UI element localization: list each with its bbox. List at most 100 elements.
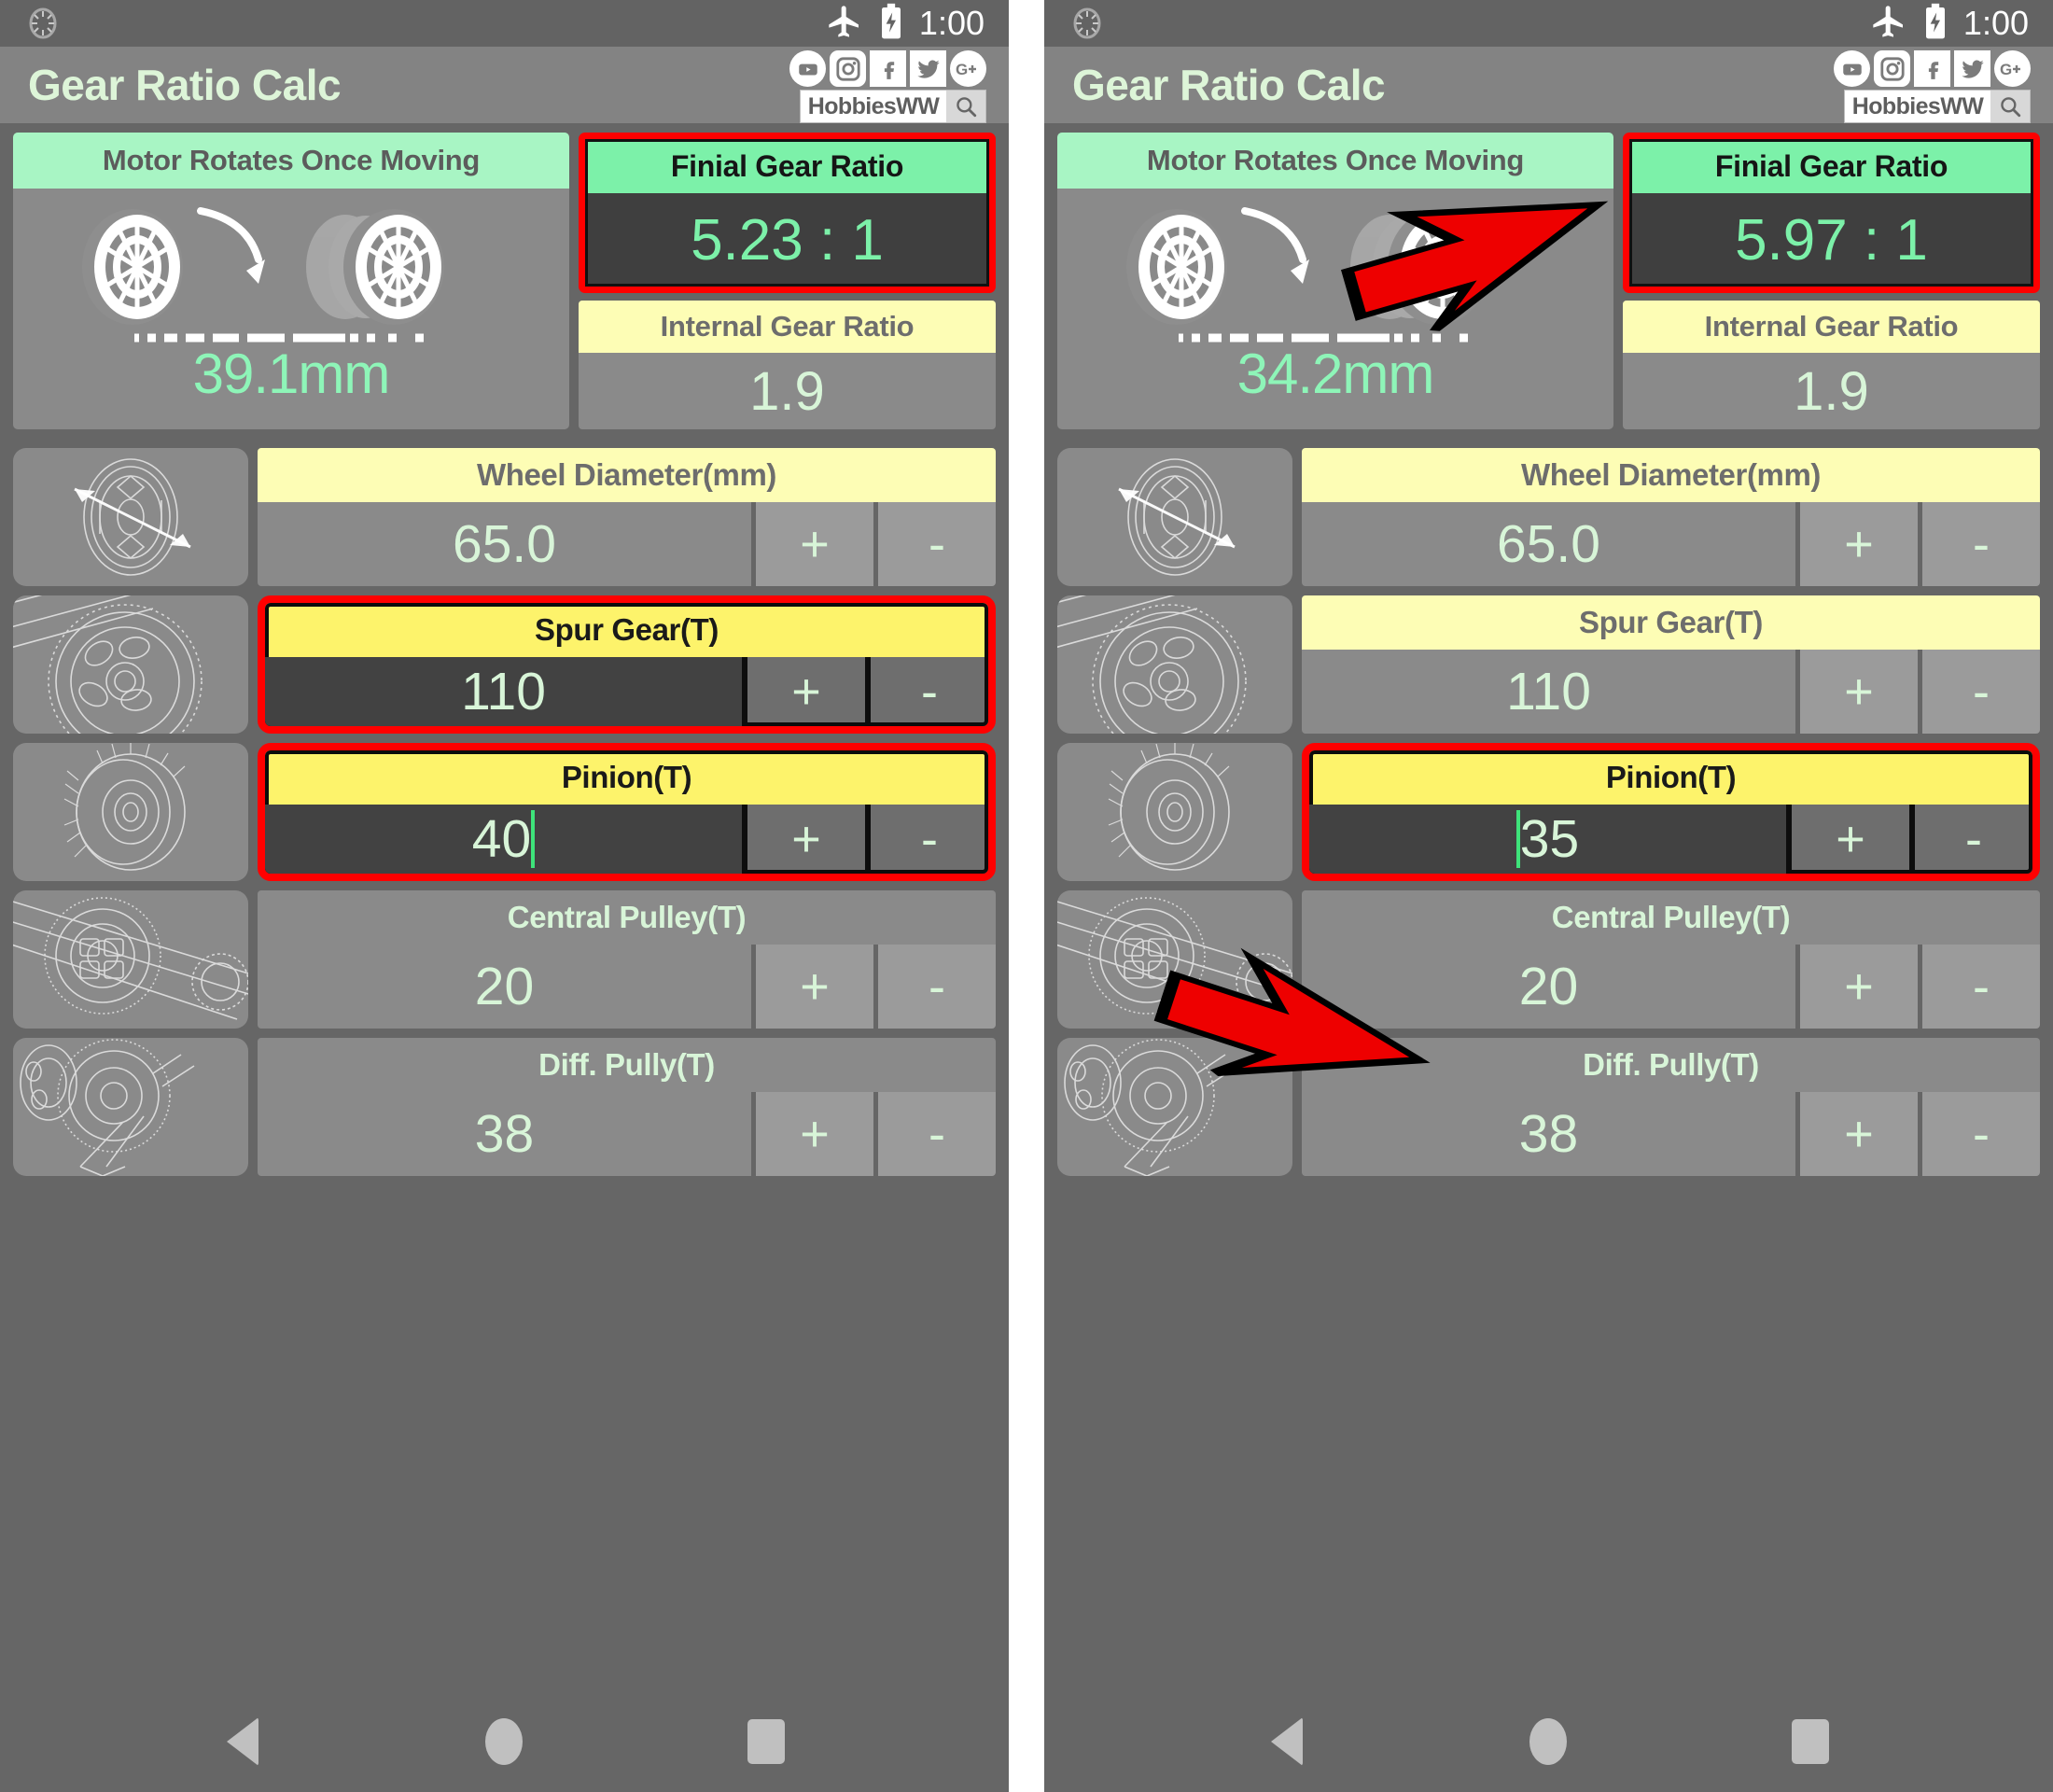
input-rows: Wheel Diameter(mm) 65.0 + - Spur Gear(T)… bbox=[13, 448, 996, 1176]
decrement-button[interactable]: - bbox=[878, 502, 996, 586]
brand-name: HobbiesWW bbox=[807, 92, 940, 119]
increment-button[interactable]: + bbox=[1800, 650, 1918, 734]
twitter-icon[interactable] bbox=[1954, 50, 1990, 87]
decrement-button[interactable]: - bbox=[1922, 1092, 2040, 1176]
field-controls: 35 + - bbox=[1309, 805, 2032, 874]
field-value[interactable]: 110 bbox=[1302, 650, 1795, 734]
decrement-button[interactable]: - bbox=[1922, 945, 2040, 1029]
search-icon[interactable] bbox=[946, 91, 985, 122]
field-value[interactable]: 38 bbox=[258, 1092, 751, 1176]
home-button[interactable] bbox=[462, 1700, 546, 1784]
increment-button[interactable]: + bbox=[756, 945, 873, 1029]
twitter-icon[interactable] bbox=[910, 50, 946, 87]
row-field: Spur Gear(T) 110 + - bbox=[1302, 595, 2040, 734]
instagram-icon[interactable] bbox=[830, 50, 866, 87]
field-label: Central Pulley(T) bbox=[1302, 890, 2040, 945]
motor-card-body: 34.2mm bbox=[1057, 189, 1613, 429]
decrement-button[interactable]: - bbox=[871, 805, 988, 874]
input-row-central-pulley-t: Central Pulley(T) 20 + - bbox=[1057, 890, 2040, 1029]
brand-search-box[interactable]: HobbiesWW bbox=[800, 90, 986, 123]
youtube-icon[interactable] bbox=[789, 50, 826, 87]
search-icon[interactable] bbox=[1990, 91, 2030, 122]
increment-button[interactable]: + bbox=[1792, 805, 1909, 874]
facebook-icon[interactable] bbox=[1914, 50, 1950, 87]
increment-button[interactable]: + bbox=[747, 657, 865, 726]
diff-pulley-icon bbox=[1057, 1038, 1292, 1176]
field-value[interactable]: 38 bbox=[1302, 1092, 1795, 1176]
brand-search-box[interactable]: HobbiesWW bbox=[1844, 90, 2031, 123]
decrement-button[interactable]: - bbox=[871, 657, 988, 726]
decrement-button[interactable]: - bbox=[1915, 805, 2032, 874]
youtube-icon[interactable] bbox=[1834, 50, 1870, 87]
wheel-diameter-icon bbox=[1057, 448, 1292, 586]
svg-text:G: G bbox=[2000, 61, 2012, 78]
field-label: Wheel Diameter(mm) bbox=[1302, 448, 2040, 502]
field-label: Pinion(T) bbox=[265, 750, 988, 805]
phone-screen-before: 1:00 Gear Ratio Calc G HobbiesWW Motor R… bbox=[0, 0, 1009, 1792]
motor-card-header: Motor Rotates Once Moving bbox=[1057, 133, 1613, 189]
calculator-body: Motor Rotates Once Moving bbox=[1044, 123, 2053, 1176]
increment-button[interactable]: + bbox=[747, 805, 865, 874]
field-value[interactable]: 65.0 bbox=[258, 502, 751, 586]
field-value[interactable]: 20 bbox=[258, 945, 751, 1029]
final-gear-ratio-card: Finial Gear Ratio 5.23 : 1 bbox=[579, 133, 996, 293]
field-value[interactable]: 40 bbox=[265, 805, 742, 874]
android-nav-bar bbox=[0, 1691, 1009, 1792]
wheel-diameter-icon bbox=[13, 448, 248, 586]
battery-charging-icon bbox=[878, 3, 904, 45]
back-button[interactable] bbox=[201, 1700, 285, 1784]
ratio-column: Finial Gear Ratio 5.97 : 1 Internal Gear… bbox=[1623, 133, 2040, 429]
input-row-diff-pully-t: Diff. Pully(T) 38 + - bbox=[1057, 1038, 2040, 1176]
row-field: Diff. Pully(T) 38 + - bbox=[258, 1038, 996, 1176]
increment-button[interactable]: + bbox=[756, 502, 873, 586]
facebook-icon[interactable] bbox=[870, 50, 906, 87]
central-pulley-icon bbox=[1057, 890, 1292, 1029]
airplane-icon bbox=[1870, 3, 1907, 45]
svg-text:G: G bbox=[956, 61, 968, 78]
comparison-screenshot: 1:00 Gear Ratio Calc G HobbiesWW Motor R… bbox=[0, 0, 2053, 1792]
summary-block: Motor Rotates Once Moving bbox=[1057, 133, 2040, 429]
status-bar: 1:00 bbox=[0, 0, 1009, 47]
pinion-gear-icon bbox=[1057, 743, 1292, 881]
field-label: Diff. Pully(T) bbox=[1302, 1038, 2040, 1092]
ratio-column: Finial Gear Ratio 5.23 : 1 Internal Gear… bbox=[579, 133, 996, 429]
back-button[interactable] bbox=[1245, 1700, 1329, 1784]
motor-card-header: Motor Rotates Once Moving bbox=[13, 133, 569, 189]
field-value[interactable]: 110 bbox=[265, 657, 742, 726]
final-ratio-wrapper: Finial Gear Ratio 5.23 : 1 bbox=[579, 133, 996, 293]
recents-button[interactable] bbox=[724, 1700, 808, 1784]
increment-button[interactable]: + bbox=[756, 1092, 873, 1176]
field-value[interactable]: 35 bbox=[1309, 805, 1786, 874]
status-left-icon bbox=[24, 2, 67, 45]
home-button[interactable] bbox=[1506, 1700, 1590, 1784]
increment-button[interactable]: + bbox=[1800, 502, 1918, 586]
increment-button[interactable]: + bbox=[1800, 945, 1918, 1029]
summary-block: Motor Rotates Once Moving bbox=[13, 133, 996, 429]
wheel-rotation-illustration bbox=[1093, 198, 1578, 347]
decrement-button[interactable]: - bbox=[878, 1092, 996, 1176]
googleplus-icon[interactable]: G bbox=[1994, 50, 2031, 87]
field-label: Central Pulley(T) bbox=[258, 890, 996, 945]
app-bar: Gear Ratio Calc G HobbiesWW bbox=[0, 47, 1009, 123]
spur-gear-icon bbox=[1057, 595, 1292, 734]
input-row-pinion-t: Pinion(T) 35 + - bbox=[1057, 743, 2040, 881]
googleplus-icon[interactable]: G bbox=[950, 50, 986, 87]
instagram-icon[interactable] bbox=[1874, 50, 1910, 87]
android-nav-bar bbox=[1044, 1691, 2053, 1792]
final-ratio-value: 5.23 : 1 bbox=[691, 207, 884, 273]
battery-charging-icon bbox=[1922, 3, 1948, 45]
recents-button[interactable] bbox=[1768, 1700, 1852, 1784]
field-controls: 38 + - bbox=[258, 1092, 996, 1176]
field-value[interactable]: 20 bbox=[1302, 945, 1795, 1029]
decrement-button[interactable]: - bbox=[878, 945, 996, 1029]
input-row-wheel-diameter-mm: Wheel Diameter(mm) 65.0 + - bbox=[1057, 448, 2040, 586]
increment-button[interactable]: + bbox=[1800, 1092, 1918, 1176]
final-ratio-label: Finial Gear Ratio bbox=[1629, 139, 2033, 193]
decrement-button[interactable]: - bbox=[1922, 650, 2040, 734]
status-clock: 1:00 bbox=[918, 4, 985, 42]
status-bar: 1:00 bbox=[1044, 0, 2053, 47]
internal-gear-ratio-card: Internal Gear Ratio 1.9 bbox=[1623, 301, 2040, 429]
decrement-button[interactable]: - bbox=[1922, 502, 2040, 586]
field-value[interactable]: 65.0 bbox=[1302, 502, 1795, 586]
internal-ratio-value: 1.9 bbox=[1794, 360, 1869, 422]
